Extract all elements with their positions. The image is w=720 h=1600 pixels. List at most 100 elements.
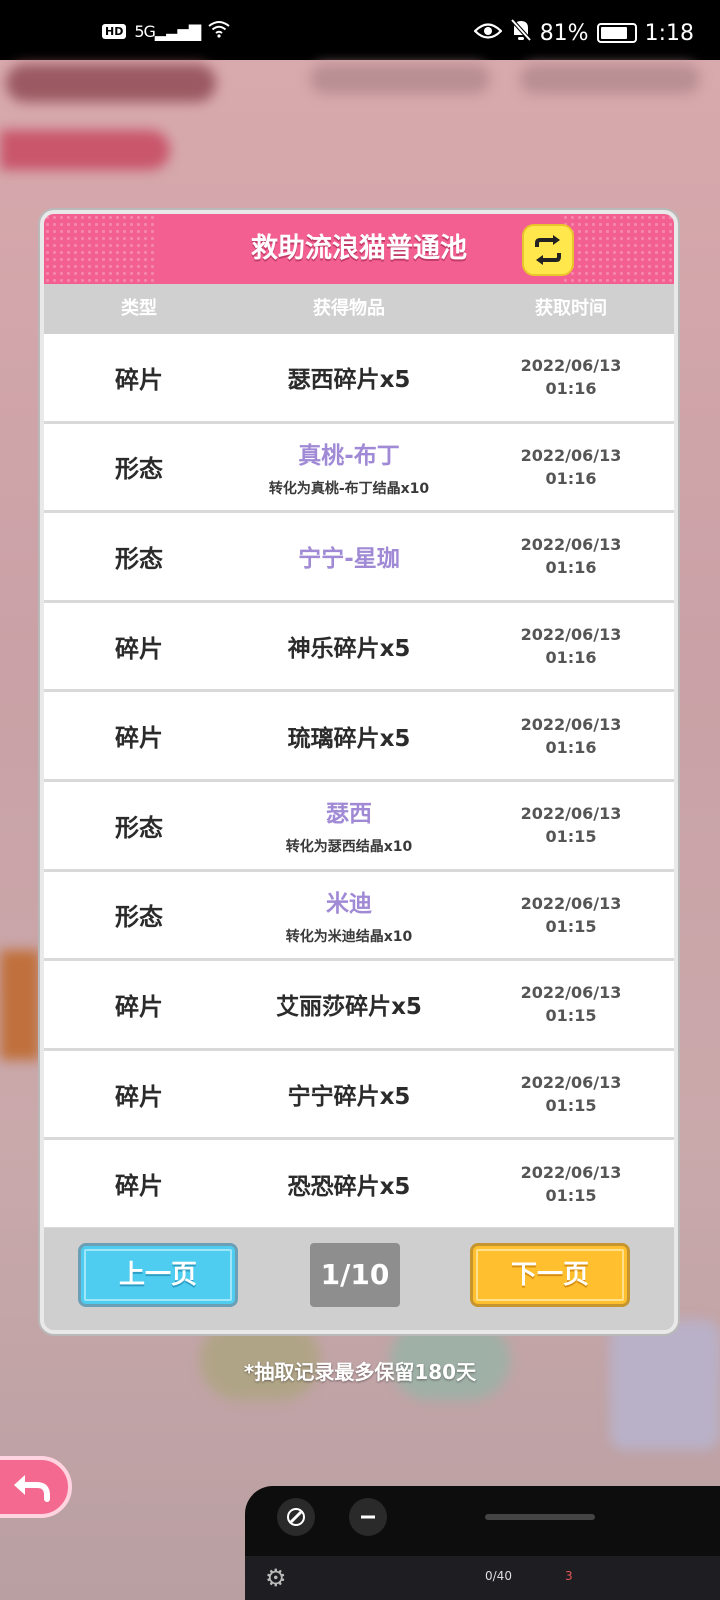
table-row: 碎片 瑟西碎片x5 2022/06/13 01:16	[44, 334, 674, 424]
table-row: 碎片 琉璃碎片x5 2022/06/13 01:16	[44, 692, 674, 782]
item-name: 瑟西碎片x5	[287, 367, 411, 394]
row-time: 2022/06/13 01:15	[464, 872, 674, 959]
retention-note: *抽取记录最多保留180天	[243, 1360, 477, 1384]
table-row: 形态 宁宁-星珈 2022/06/13 01:16	[44, 513, 674, 603]
row-clock: 01:15	[545, 1096, 597, 1116]
dialog-header: 救助流浪猫普通池	[44, 214, 674, 284]
item-name: 神乐碎片x5	[287, 636, 411, 663]
row-item: 艾丽莎碎片x5	[234, 961, 464, 1048]
battery-icon	[596, 23, 637, 43]
row-type: 形态	[115, 455, 163, 484]
row-clock: 01:15	[545, 1006, 597, 1026]
row-clock: 01:15	[545, 1185, 597, 1205]
edit-icon	[287, 1508, 305, 1526]
wifi-icon	[208, 20, 230, 42]
blurred-record-tab	[0, 130, 170, 170]
row-date: 2022/06/13	[520, 1073, 622, 1093]
row-type: 碎片	[115, 634, 163, 663]
table-row: 碎片 宁宁碎片x5 2022/06/13 01:15	[44, 1050, 674, 1141]
window-drag-handle[interactable]	[485, 1514, 595, 1520]
floating-window: ⚙ 0/40 3	[245, 1486, 720, 1600]
row-date: 2022/06/13	[520, 983, 622, 1003]
row-clock: 01:16	[545, 558, 597, 578]
table-row: 形态 真桃-布丁转化为真桃-布丁结晶x10 2022/06/13 01:16	[44, 423, 674, 514]
blurred-side-panel	[0, 950, 40, 1060]
row-item: 琉璃碎片x5	[234, 692, 464, 779]
row-clock: 01:15	[545, 827, 597, 847]
back-button[interactable]	[0, 1456, 72, 1518]
column-header-time: 获取时间	[535, 298, 607, 319]
column-header-type: 类型	[121, 298, 157, 319]
row-type: 碎片	[115, 365, 163, 394]
swap-arrows-icon	[535, 235, 561, 265]
row-date: 2022/06/13	[520, 625, 622, 645]
row-date: 2022/06/13	[520, 535, 622, 555]
row-item: 宁宁-星珈	[234, 513, 464, 600]
blurred-resource-counter	[310, 64, 490, 94]
item-name: 真桃-布丁	[298, 442, 400, 469]
row-item: 瑟西碎片x5	[234, 334, 464, 421]
gear-icon[interactable]: ⚙	[265, 1564, 287, 1592]
table-row: 碎片 艾丽莎碎片x5 2022/06/13 01:15	[44, 961, 674, 1051]
row-clock: 01:15	[545, 916, 597, 936]
item-name: 瑟西	[326, 801, 372, 828]
row-type: 形态	[115, 813, 163, 842]
row-type: 形态	[115, 544, 163, 573]
row-time: 2022/06/13 01:15	[464, 961, 674, 1048]
row-item: 神乐碎片x5	[234, 603, 464, 690]
row-date: 2022/06/13	[520, 1162, 622, 1182]
item-name: 宁宁碎片x5	[287, 1084, 411, 1111]
row-time: 2022/06/13 01:16	[464, 513, 674, 600]
row-clock: 01:16	[545, 737, 597, 757]
minimize-window-button[interactable]	[349, 1498, 387, 1536]
table-row: 形态 米迪 转化为米迪结晶x10 2022/06/13 01:15	[44, 871, 674, 962]
back-arrow-icon	[14, 1475, 50, 1502]
switch-pool-button[interactable]	[522, 224, 574, 276]
item-conversion-note: 转化为瑟西结晶x10	[285, 839, 413, 856]
row-time: 2022/06/13 01:16	[464, 603, 674, 690]
row-clock: 01:16	[545, 468, 597, 488]
clock: 1:18	[644, 20, 694, 46]
row-item: 宁宁碎片x5	[234, 1051, 464, 1138]
table-row: 形态 瑟西转化为瑟西结晶x10 2022/06/13 01:15	[44, 781, 674, 872]
item-name: 宁宁-星珈	[298, 546, 400, 573]
row-date: 2022/06/13	[520, 804, 622, 824]
item-name: 恐恐碎片x5	[287, 1173, 411, 1200]
row-clock: 01:16	[545, 648, 597, 668]
row-clock: 01:16	[545, 379, 597, 399]
row-type: 碎片	[115, 724, 163, 753]
pagination-bar: 上一页 1/10 下一页	[44, 1228, 674, 1330]
preview-stat: 0/40	[485, 1569, 512, 1583]
row-time: 2022/06/13 01:16	[464, 692, 674, 779]
floating-game-preview: ⚙ 0/40 3	[245, 1556, 720, 1600]
item-conversion-note: 转化为真桃-布丁结晶x10	[268, 480, 430, 497]
item-conversion-note: 转化为米迪结晶x10	[285, 928, 413, 945]
table-row: 碎片 神乐碎片x5 2022/06/13 01:16	[44, 602, 674, 693]
history-list[interactable]: 碎片 瑟西碎片x5 2022/06/13 01:16 形态 真桃-布丁转化为真桃-布丁结晶…	[44, 334, 674, 1230]
row-time: 2022/06/13 01:15	[464, 1051, 674, 1138]
row-item: 恐恐碎片x5	[234, 1140, 464, 1227]
table-header: 类型 获得物品 获取时间	[44, 284, 674, 334]
page-indicator: 1/10	[310, 1243, 400, 1307]
edit-window-button[interactable]	[277, 1498, 315, 1536]
mute-bell-icon	[510, 18, 532, 48]
previous-page-button[interactable]: 上一页	[78, 1243, 238, 1307]
blurred-resource-counter	[520, 64, 700, 94]
row-date: 2022/06/13	[520, 893, 622, 913]
next-page-button[interactable]: 下一页	[470, 1243, 630, 1307]
eye-icon	[473, 21, 503, 46]
row-time: 2022/06/13 01:15	[464, 1140, 674, 1227]
dialog-title: 救助流浪猫普通池	[251, 233, 467, 264]
row-item: 真桃-布丁转化为真桃-布丁结晶x10	[234, 424, 464, 511]
row-date: 2022/06/13	[520, 445, 622, 465]
item-name: 艾丽莎碎片x5	[276, 994, 422, 1021]
item-name: 琉璃碎片x5	[287, 725, 411, 752]
row-item: 米迪 转化为米迪结晶x10	[234, 872, 464, 959]
table-row: 碎片 恐恐碎片x5 2022/06/13 01:15	[44, 1140, 674, 1230]
row-type: 形态	[115, 903, 163, 932]
row-date: 2022/06/13	[520, 714, 622, 734]
row-time: 2022/06/13 01:15	[464, 782, 674, 869]
row-item: 瑟西转化为瑟西结晶x10	[234, 782, 464, 869]
preview-stat: 3	[565, 1569, 573, 1583]
row-type: 碎片	[115, 1082, 163, 1111]
